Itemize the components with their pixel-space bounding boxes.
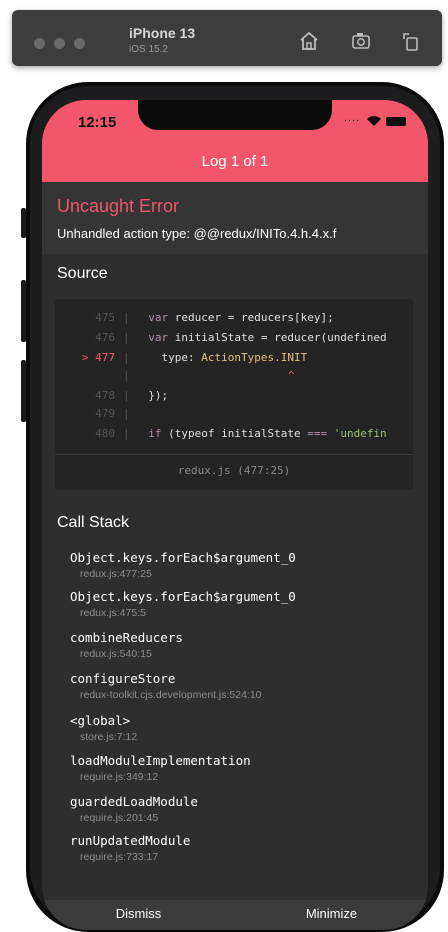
stack-frame-location: require.js:733:17 — [80, 851, 159, 863]
stack-frame-location: store.js:7:12 — [80, 731, 138, 743]
signal-indicator: .... — [344, 112, 361, 124]
line-number: 478 — [95, 389, 115, 402]
code-divider — [55, 454, 413, 455]
window-close-dot[interactable] — [34, 38, 45, 49]
error-summary: Uncaught Error Unhandled action type: @@… — [42, 182, 428, 254]
stack-frame-location: redux.js:477:25 — [80, 568, 152, 580]
stack-frame-function[interactable]: configureStore — [70, 671, 175, 686]
line-number: 479 — [95, 407, 115, 420]
wifi-icon — [366, 114, 382, 132]
home-icon[interactable] — [298, 30, 320, 52]
status-time: 12:15 — [78, 114, 117, 131]
error-title: Uncaught Error — [57, 196, 180, 216]
stack-frame-location: require.js:201:45 — [80, 812, 159, 824]
stack-frame-location: redux-toolkit.cjs.development.js:524:10 — [80, 689, 262, 701]
stack-frame-function[interactable]: guardedLoadModule — [70, 794, 198, 809]
line-number: > 477 — [81, 351, 115, 364]
log-footer: Dismiss Minimize — [42, 900, 428, 930]
stack-frame-function[interactable]: Object.keys.forEach$argument_0 — [70, 550, 296, 565]
call-stack-heading: Call Stack — [57, 514, 130, 531]
line-number: 480 — [95, 427, 115, 440]
stack-frame-function[interactable]: combineReducers — [70, 630, 183, 645]
stack-frame-function[interactable]: loadModuleImplementation — [70, 753, 251, 768]
stack-frame-location: redux.js:475:5 — [80, 607, 146, 619]
log-counter: Log 1 of 1 — [201, 153, 269, 170]
simulator-toolbar: iPhone 13 iOS 15.2 — [12, 10, 442, 66]
os-version: iOS 15.2 — [129, 44, 168, 55]
stack-frame-function[interactable]: Object.keys.forEach$argument_0 — [70, 589, 296, 604]
stack-frame-location: redux.js:540:15 — [80, 648, 152, 660]
stack-frame-function[interactable]: runUpdatedModule — [70, 833, 190, 848]
phone-screen: 12:15 .... Log 1 of 1 Uncaught Error Unh… — [42, 100, 428, 930]
stack-frame-location: require.js:349:12 — [80, 771, 159, 783]
source-file-location[interactable]: redux.js (477:25) — [55, 464, 413, 477]
window-zoom-dot[interactable] — [74, 38, 85, 49]
rotate-icon[interactable] — [400, 30, 422, 52]
screenshot-icon[interactable] — [350, 30, 372, 52]
notch — [138, 100, 332, 130]
source-heading: Source — [57, 265, 108, 282]
window-minimize-dot[interactable] — [54, 38, 65, 49]
dismiss-button[interactable]: Dismiss — [42, 900, 235, 930]
battery-icon — [386, 117, 406, 126]
error-caret: ^ — [288, 369, 295, 382]
code-frame[interactable]: 475 | var reducer = reducers[key]; 476 |… — [55, 299, 413, 490]
minimize-button[interactable]: Minimize — [235, 900, 428, 930]
line-number: 475 — [95, 311, 115, 324]
device-name: iPhone 13 — [129, 25, 196, 41]
log-header: 12:15 .... Log 1 of 1 — [42, 100, 428, 182]
error-message: Unhandled action type: @@redux/INITo.4.h… — [57, 226, 337, 241]
line-number: 476 — [95, 331, 115, 344]
stack-frame-function[interactable]: <global> — [70, 713, 130, 728]
